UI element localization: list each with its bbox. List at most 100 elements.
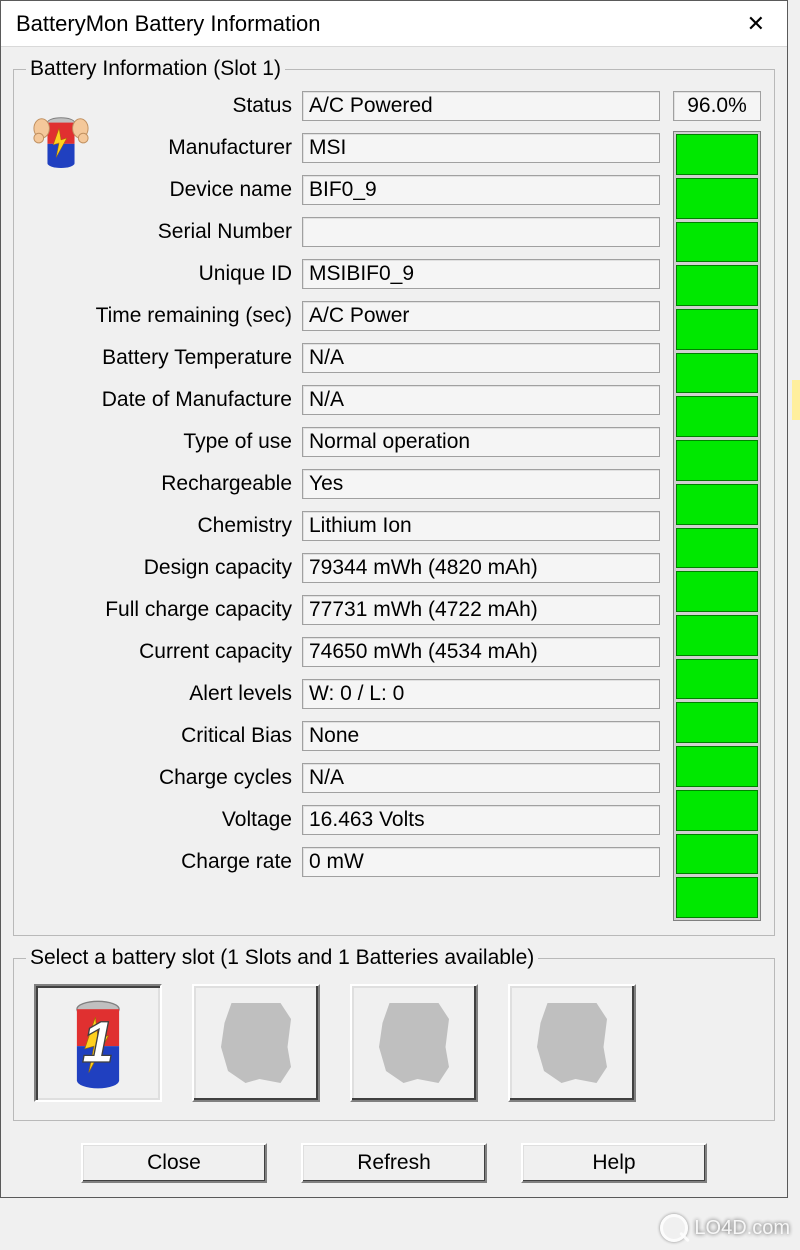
field-label: Serial Number: [26, 220, 302, 244]
meter-segment: [676, 571, 758, 612]
field-label: Device name: [26, 178, 302, 202]
meter-segment: [676, 178, 758, 219]
battery-meter: 96.0%: [672, 91, 762, 921]
meter-segment: [676, 528, 758, 569]
field-row: Charge rate0 mW: [26, 847, 660, 877]
field-row: Alert levelsW: 0 / L: 0: [26, 679, 660, 709]
field-value: Yes: [302, 469, 660, 499]
field-row: Charge cyclesN/A: [26, 763, 660, 793]
field-label: Type of use: [26, 430, 302, 454]
field-value: Normal operation: [302, 427, 660, 457]
slot-button-3[interactable]: [350, 984, 478, 1102]
field-row: RechargeableYes: [26, 469, 660, 499]
button-row: Close Refresh Help: [13, 1131, 775, 1183]
field-label: Date of Manufacture: [26, 388, 302, 412]
field-value: 79344 mWh (4820 mAh): [302, 553, 660, 583]
field-label: Current capacity: [26, 640, 302, 664]
magnifier-icon: [660, 1214, 688, 1242]
field-value: N/A: [302, 385, 660, 415]
field-value: MSIBIF0_9: [302, 259, 660, 289]
field-row: Time remaining (sec)A/C Power: [26, 301, 660, 331]
slot-select-legend: Select a battery slot (1 Slots and 1 Bat…: [26, 946, 538, 970]
help-button[interactable]: Help: [521, 1143, 707, 1183]
field-label: Full charge capacity: [26, 598, 302, 622]
field-row: Unique IDMSIBIF0_9: [26, 259, 660, 289]
field-row: ManufacturerMSI: [26, 133, 660, 163]
field-value: N/A: [302, 343, 660, 373]
meter-segment: [676, 265, 758, 306]
field-label: Alert levels: [26, 682, 302, 706]
meter-segment: [676, 440, 758, 481]
field-value: 0 mW: [302, 847, 660, 877]
client-area: Battery Information (Slot 1) StatusA/C P…: [1, 47, 787, 1197]
field-row: Current capacity74650 mWh (4534 mAh): [26, 637, 660, 667]
battery-muscle-icon: [32, 111, 90, 174]
battery-percent-value: 96.0%: [673, 91, 761, 121]
field-row: Full charge capacity77731 mWh (4722 mAh): [26, 595, 660, 625]
meter-segment: [676, 222, 758, 263]
field-label: Design capacity: [26, 556, 302, 580]
empty-slot-icon: [537, 1003, 607, 1083]
slot-button-1[interactable]: 1: [34, 984, 162, 1102]
battery-slot-icon: 1: [58, 996, 138, 1091]
field-row: Type of useNormal operation: [26, 427, 660, 457]
meter-segment: [676, 615, 758, 656]
meter-segment: [676, 396, 758, 437]
close-button[interactable]: Close: [81, 1143, 267, 1183]
meter-segment: [676, 877, 758, 918]
slot-select-group: Select a battery slot (1 Slots and 1 Bat…: [13, 946, 775, 1121]
fields-column: StatusA/C Powered ManufacturerMSI Device n…: [26, 91, 660, 889]
meter-segment: [676, 134, 758, 175]
field-row: ChemistryLithium Ion: [26, 511, 660, 541]
meter-segment: [676, 790, 758, 831]
meter-segment: [676, 659, 758, 700]
field-row: Design capacity79344 mWh (4820 mAh): [26, 553, 660, 583]
field-label: Rechargeable: [26, 472, 302, 496]
meter-segment: [676, 702, 758, 743]
slot-button-2[interactable]: [192, 984, 320, 1102]
field-value: 16.463 Volts: [302, 805, 660, 835]
slot-row: 1: [26, 980, 762, 1106]
field-label: Battery Temperature: [26, 346, 302, 370]
empty-slot-icon: [379, 1003, 449, 1083]
field-value: A/C Power: [302, 301, 660, 331]
field-value: N/A: [302, 763, 660, 793]
window: BatteryMon Battery Information ✕ Battery…: [0, 0, 788, 1198]
field-value: None: [302, 721, 660, 751]
refresh-button[interactable]: Refresh: [301, 1143, 487, 1183]
window-title: BatteryMon Battery Information: [16, 11, 320, 37]
field-value: Lithium Ion: [302, 511, 660, 541]
field-value: 77731 mWh (4722 mAh): [302, 595, 660, 625]
battery-info-group: Battery Information (Slot 1) StatusA/C P…: [13, 57, 775, 936]
close-icon[interactable]: ✕: [735, 7, 777, 41]
field-label: Voltage: [26, 808, 302, 832]
field-label: Critical Bias: [26, 724, 302, 748]
battery-meter-bar: [673, 131, 761, 921]
field-row: StatusA/C Powered: [26, 91, 660, 121]
watermark: LO4D.com: [660, 1214, 790, 1242]
field-value: BIF0_9: [302, 175, 660, 205]
svg-text:1: 1: [82, 1009, 114, 1074]
field-row: Battery TemperatureN/A: [26, 343, 660, 373]
field-value: A/C Powered: [302, 91, 660, 121]
meter-segment: [676, 309, 758, 350]
meter-segment: [676, 746, 758, 787]
meter-segment: [676, 834, 758, 875]
field-row: Voltage16.463 Volts: [26, 805, 660, 835]
field-label: Charge cycles: [26, 766, 302, 790]
field-label: Charge rate: [26, 850, 302, 874]
field-row: Critical BiasNone: [26, 721, 660, 751]
meter-segment: [676, 484, 758, 525]
slot-button-4[interactable]: [508, 984, 636, 1102]
field-row: Date of ManufactureN/A: [26, 385, 660, 415]
field-row: Serial Number: [26, 217, 660, 247]
field-label: Chemistry: [26, 514, 302, 538]
titlebar: BatteryMon Battery Information ✕: [1, 1, 787, 47]
meter-segment: [676, 353, 758, 394]
battery-info-legend: Battery Information (Slot 1): [26, 57, 285, 81]
watermark-text: LO4D.com: [694, 1217, 790, 1240]
field-value: [302, 217, 660, 247]
field-label: Unique ID: [26, 262, 302, 286]
field-value: MSI: [302, 133, 660, 163]
field-row: Device nameBIF0_9: [26, 175, 660, 205]
